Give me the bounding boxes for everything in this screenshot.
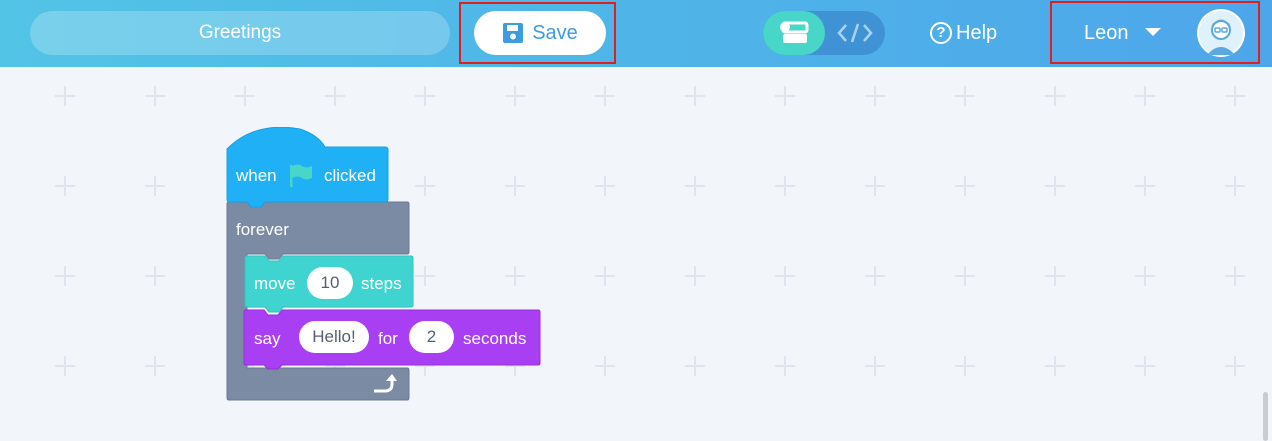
grid-plus-mark bbox=[1225, 266, 1245, 286]
grid-plus-mark bbox=[1045, 176, 1065, 196]
grid-plus-mark bbox=[775, 266, 795, 286]
user-name[interactable]: Leon bbox=[1084, 11, 1129, 55]
hat-suffix: clicked bbox=[324, 166, 376, 185]
grid-plus-mark bbox=[505, 266, 525, 286]
grid-plus-mark bbox=[595, 176, 615, 196]
vertical-scrollbar[interactable] bbox=[1263, 392, 1268, 441]
grid-plus-mark bbox=[145, 86, 165, 106]
say-suffix: seconds bbox=[463, 329, 527, 348]
grid-plus-mark bbox=[955, 86, 975, 106]
chevron-down-icon[interactable] bbox=[1145, 28, 1161, 36]
grid-plus-mark bbox=[235, 86, 255, 106]
green-flag-icon bbox=[290, 164, 312, 187]
save-button[interactable]: Save bbox=[474, 11, 606, 55]
grid-plus-mark bbox=[865, 266, 885, 286]
script-canvas[interactable]: forever when clicked move 10 steps say H… bbox=[0, 67, 1272, 441]
grid-plus-mark bbox=[415, 176, 435, 196]
grid-plus-mark bbox=[865, 356, 885, 376]
grid-plus-mark bbox=[505, 86, 525, 106]
top-bar: Greetings Save ? Help Leon bbox=[0, 0, 1272, 67]
grid-plus-mark bbox=[685, 266, 705, 286]
grid-plus-mark bbox=[955, 356, 975, 376]
move-steps-input[interactable]: 10 bbox=[307, 267, 353, 299]
grid-plus-mark bbox=[145, 356, 165, 376]
grid-plus-mark bbox=[325, 86, 345, 106]
user-avatar-icon bbox=[1199, 11, 1243, 55]
say-duration-input[interactable]: 2 bbox=[409, 321, 454, 353]
grid-plus-mark bbox=[1135, 86, 1155, 106]
grid-plus-mark bbox=[1045, 266, 1065, 286]
grid-plus-mark bbox=[1135, 356, 1155, 376]
code-mode-button[interactable] bbox=[825, 11, 885, 55]
say-middle: for bbox=[378, 329, 398, 348]
grid-plus-mark bbox=[955, 176, 975, 196]
grid-plus-mark bbox=[685, 86, 705, 106]
grid-plus-mark bbox=[145, 176, 165, 196]
grid-plus-mark bbox=[865, 176, 885, 196]
grid-plus-mark bbox=[1135, 266, 1155, 286]
project-name-input[interactable]: Greetings bbox=[30, 11, 450, 55]
help-icon: ? bbox=[930, 22, 952, 44]
hat-prefix: when bbox=[236, 166, 277, 185]
grid-plus-mark bbox=[595, 266, 615, 286]
grid-plus-mark bbox=[1045, 356, 1065, 376]
blocks-icon bbox=[780, 21, 809, 43]
move-prefix: move bbox=[254, 274, 296, 293]
help-button[interactable]: ? Help bbox=[930, 11, 997, 55]
move-suffix: steps bbox=[361, 274, 402, 293]
say-prefix: say bbox=[254, 329, 281, 348]
grid-plus-mark bbox=[1225, 176, 1245, 196]
save-label: Save bbox=[532, 22, 578, 44]
grid-plus-mark bbox=[595, 356, 615, 376]
grid-plus-mark bbox=[55, 266, 75, 286]
code-icon bbox=[837, 23, 873, 43]
avatar[interactable] bbox=[1197, 9, 1245, 57]
grid-plus-mark bbox=[865, 86, 885, 106]
grid-plus-mark bbox=[685, 176, 705, 196]
grid-plus-mark bbox=[775, 176, 795, 196]
grid-plus-mark bbox=[775, 356, 795, 376]
help-label: Help bbox=[956, 22, 998, 44]
save-icon bbox=[503, 23, 524, 43]
grid-plus-mark bbox=[505, 176, 525, 196]
mode-toggle[interactable] bbox=[763, 11, 885, 55]
say-message-input[interactable]: Hello! bbox=[299, 321, 369, 353]
grid-plus-mark bbox=[685, 356, 705, 376]
grid-plus-mark bbox=[1225, 356, 1245, 376]
grid-plus-mark bbox=[955, 266, 975, 286]
grid-plus-mark bbox=[55, 176, 75, 196]
blocks-mode-button[interactable] bbox=[763, 11, 825, 55]
grid-plus-mark bbox=[415, 86, 435, 106]
grid-plus-mark bbox=[1045, 86, 1065, 106]
grid-plus-mark bbox=[145, 266, 165, 286]
grid-plus-mark bbox=[1135, 176, 1155, 196]
grid-plus-mark bbox=[1225, 86, 1245, 106]
grid-plus-mark bbox=[595, 86, 615, 106]
grid-plus-mark bbox=[775, 86, 795, 106]
forever-label: forever bbox=[236, 220, 289, 239]
loop-arrow-icon bbox=[374, 374, 397, 393]
grid-plus-mark bbox=[55, 86, 75, 106]
grid-plus-mark bbox=[55, 356, 75, 376]
